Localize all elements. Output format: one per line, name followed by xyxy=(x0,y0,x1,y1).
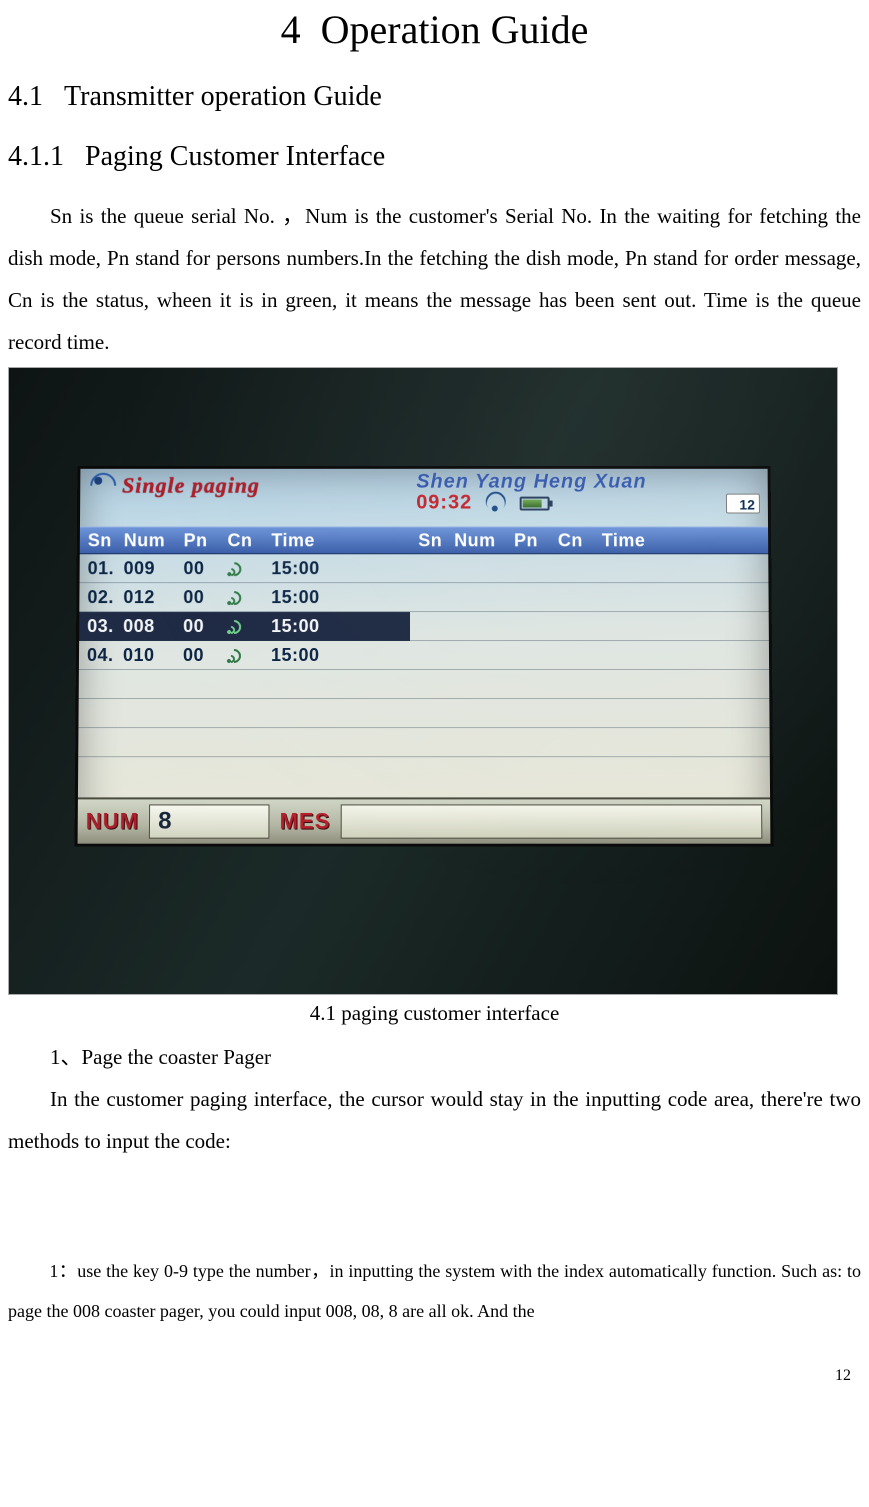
device-status-row: 09:32 12 xyxy=(416,492,760,515)
device-screenshot: Single paging Shen Yang Heng Xuan 09:32 … xyxy=(8,367,838,995)
cell-time: 15:00 xyxy=(271,558,410,579)
figure-caption: 4.1 paging customer interface xyxy=(8,1001,861,1026)
header-sn-r: Sn xyxy=(410,530,454,551)
cell-cn xyxy=(227,647,271,663)
section-title: 4.1 Transmitter operation Guide xyxy=(8,81,861,113)
spacer xyxy=(8,1162,861,1252)
device-top-right: Shen Yang Heng Xuan 09:32 12 xyxy=(410,469,768,515)
header-pn-r: Pn xyxy=(514,530,558,551)
header-cn: Cn xyxy=(227,530,271,551)
empty-row xyxy=(410,699,769,728)
mes-input[interactable] xyxy=(340,804,762,838)
table-row[interactable]: 01.00900 15:00 xyxy=(80,554,411,583)
table-row[interactable]: 03.00800 15:00 xyxy=(79,612,410,641)
cell-pn: 00 xyxy=(183,616,227,637)
header-pn: Pn xyxy=(184,530,228,551)
device-topbar: Single paging Shen Yang Heng Xuan 09:32 … xyxy=(80,469,768,525)
subsection-title-text: Paging Customer Interface xyxy=(85,141,385,172)
data-rows-right xyxy=(410,554,770,757)
device-mode-title: Single paging xyxy=(122,473,260,499)
cell-sn: 04. xyxy=(79,645,123,666)
device-screen: Single paging Shen Yang Heng Xuan 09:32 … xyxy=(78,469,771,844)
column-headers-left: Sn Num Pn Cn Time xyxy=(80,526,410,554)
header-time: Time xyxy=(271,530,410,551)
step-title-1: 1、Page the coaster Pager xyxy=(8,1036,861,1078)
header-cn-r: Cn xyxy=(558,530,602,551)
cell-num: 009 xyxy=(124,558,184,579)
header-num-r: Num xyxy=(454,530,514,551)
column-headers-right: Sn Num Pn Cn Time xyxy=(410,526,768,554)
data-rows-left: 01.0090015:0002.0120015:0003.0080015:000… xyxy=(78,554,410,757)
status-icon xyxy=(227,618,243,634)
wifi-icon xyxy=(486,495,506,511)
status-icon xyxy=(227,647,243,663)
section-title-text: Transmitter operation Guide xyxy=(64,81,382,112)
empty-row xyxy=(78,699,410,728)
cell-pn: 00 xyxy=(183,645,227,666)
empty-row xyxy=(410,554,768,583)
input-bar: NUM 8 MES xyxy=(78,797,771,843)
header-sn: Sn xyxy=(80,530,124,551)
paragraph-3: 1：use the key 0-9 type the number，in inp… xyxy=(8,1252,861,1331)
header-time-r: Time xyxy=(602,530,768,551)
header-num: Num xyxy=(124,530,184,551)
cell-sn: 03. xyxy=(79,616,123,637)
cell-time: 15:00 xyxy=(271,645,410,666)
antenna-icon xyxy=(90,473,116,499)
chapter-number: 4 xyxy=(281,7,301,52)
status-icon xyxy=(227,589,243,605)
table-row[interactable]: 02.01200 15:00 xyxy=(79,583,410,612)
paragraph-1: Sn is the queue serial No. ，Num is the c… xyxy=(8,195,861,363)
device-top-left: Single paging xyxy=(80,469,410,499)
cell-num: 012 xyxy=(123,587,183,608)
subsection-number: 4.1.1 xyxy=(8,141,64,172)
num-input-label: NUM xyxy=(86,808,139,834)
paragraph-2: In the customer paging interface, the cu… xyxy=(8,1078,861,1162)
cell-pn: 00 xyxy=(183,587,227,608)
num-input[interactable]: 8 xyxy=(149,804,270,838)
column-headers: Sn Num Pn Cn Time Sn Num Pn Cn Time xyxy=(80,526,768,554)
company-name: Shen Yang Heng Xuan xyxy=(416,471,760,494)
empty-row xyxy=(410,641,769,670)
cell-time: 15:00 xyxy=(271,587,410,608)
cell-cn xyxy=(227,589,271,605)
empty-row xyxy=(410,670,769,699)
empty-row xyxy=(410,583,768,612)
cell-sn: 02. xyxy=(79,587,123,608)
chapter-title-text: Operation Guide xyxy=(321,7,589,52)
cell-pn: 00 xyxy=(183,558,227,579)
spacer xyxy=(8,1331,861,1355)
cell-cn xyxy=(227,618,271,634)
device-clock: 09:32 xyxy=(416,492,472,515)
table-row[interactable]: 04.01000 15:00 xyxy=(79,641,410,670)
chapter-title: 4 Operation Guide xyxy=(8,6,861,53)
empty-row xyxy=(410,728,770,757)
battery-icon xyxy=(520,496,550,510)
empty-row xyxy=(79,670,411,699)
cell-num: 010 xyxy=(123,645,183,666)
cell-num: 008 xyxy=(123,616,183,637)
empty-row xyxy=(410,612,769,641)
queue-count-badge: 12 xyxy=(726,493,760,513)
cell-sn: 01. xyxy=(80,558,124,579)
empty-row xyxy=(78,728,410,757)
subsection-title: 4.1.1 Paging Customer Interface xyxy=(8,141,861,173)
mes-input-label: MES xyxy=(280,808,331,834)
section-number: 4.1 xyxy=(8,81,43,112)
status-icon xyxy=(227,560,243,576)
cell-cn xyxy=(227,560,271,576)
cell-time: 15:00 xyxy=(271,616,410,637)
page-number: 12 xyxy=(835,1367,851,1385)
